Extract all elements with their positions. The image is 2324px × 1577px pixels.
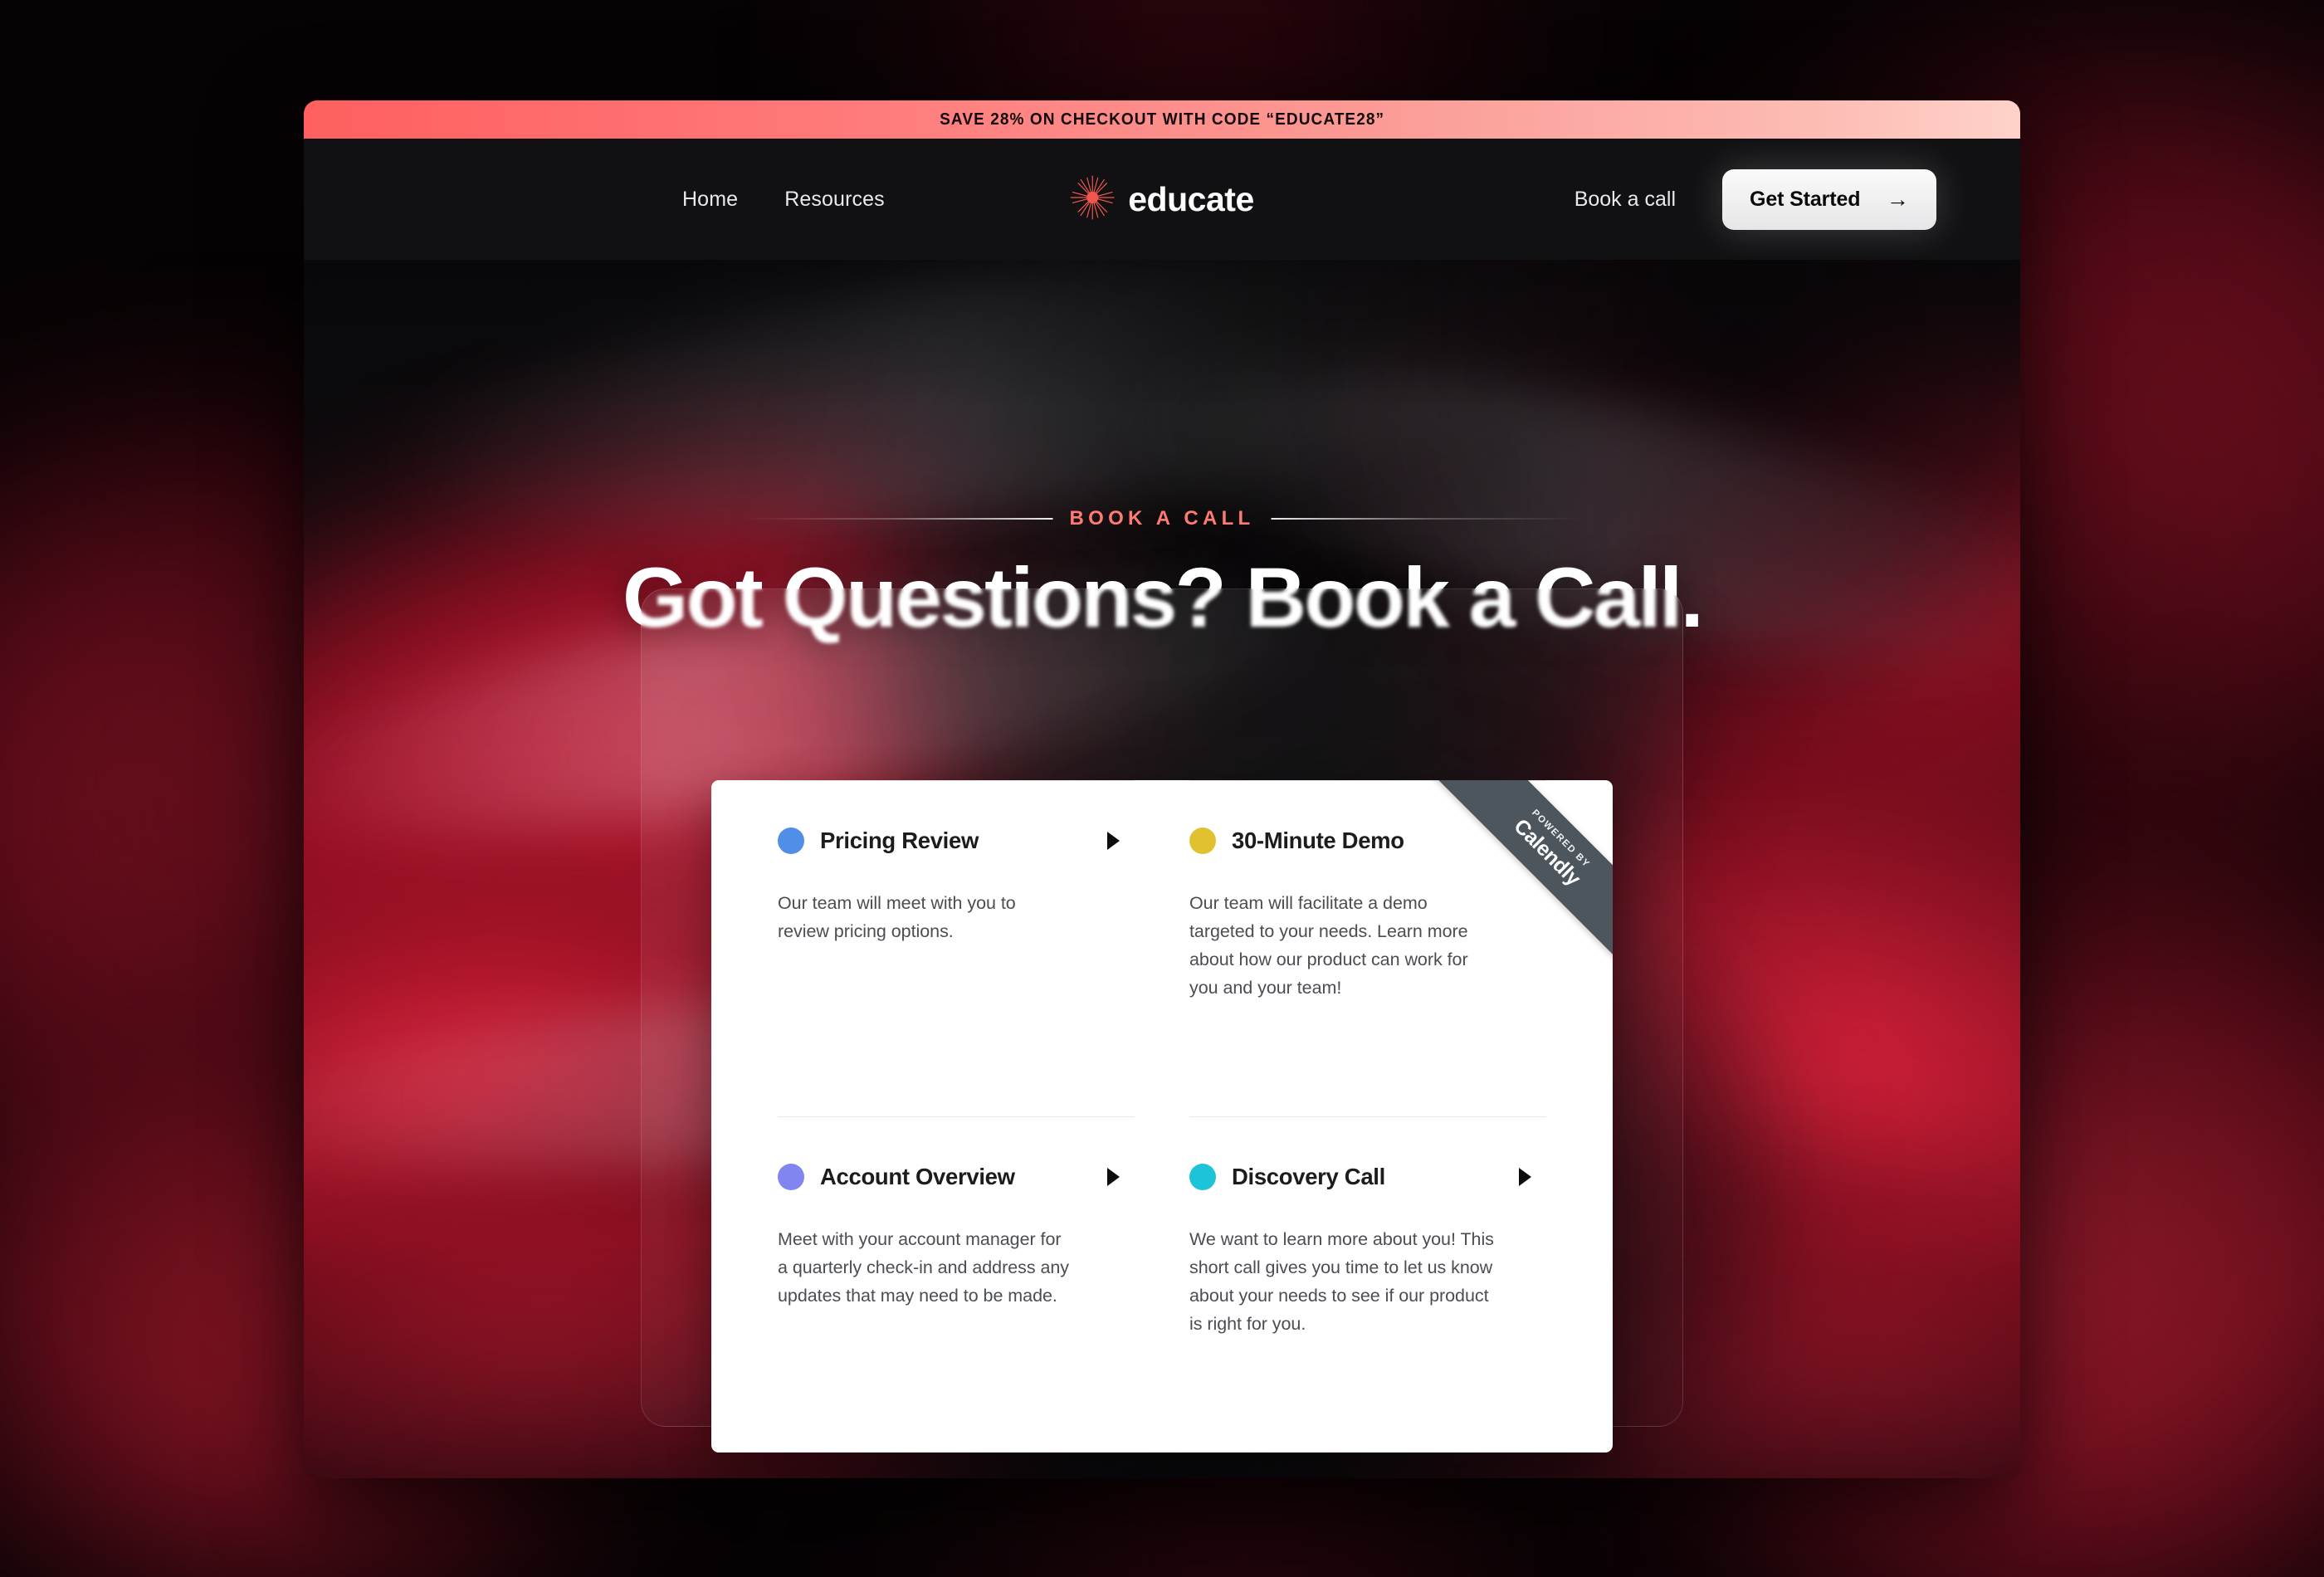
nav-link-home[interactable]: Home xyxy=(682,188,738,212)
caret-right-icon[interactable] xyxy=(1107,832,1120,850)
brand-wordmark: educate xyxy=(1128,179,1254,218)
hero-eyebrow: BOOK A CALL xyxy=(742,507,1582,530)
caret-right-icon[interactable] xyxy=(1519,1168,1531,1186)
event-description: Our team will facilitate a demo targeted… xyxy=(1189,893,1468,998)
event-color-dot xyxy=(1189,1164,1216,1190)
eyebrow-rule-left xyxy=(742,518,1053,520)
announcement-text: SAVE 28% ON CHECKOUT WITH CODE “EDUCATE2… xyxy=(940,110,1384,129)
event-title: Pricing Review xyxy=(820,828,979,853)
event-description: Meet with your account manager for a qua… xyxy=(778,1229,1070,1306)
arrow-right-icon: → xyxy=(1887,186,1909,212)
caret-right-icon[interactable] xyxy=(1107,1168,1120,1186)
event-card-30-minute-demo[interactable]: 30-Minute Demo Our team will facilitate … xyxy=(1189,780,1546,1116)
event-description: Our team will meet with you to review pr… xyxy=(778,893,1016,941)
event-card-header: Account Overview xyxy=(778,1160,1135,1194)
brand-logo[interactable]: educate xyxy=(1070,174,1254,224)
calendly-widget[interactable]: Pricing Review Our team will meet with y… xyxy=(711,780,1613,1452)
event-color-dot xyxy=(778,1164,804,1190)
event-title: 30-Minute Demo xyxy=(1232,828,1404,853)
eyebrow-label: BOOK A CALL xyxy=(1069,507,1255,530)
event-type-grid: Pricing Review Our team will meet with y… xyxy=(778,780,1546,1452)
announcement-bar[interactable]: SAVE 28% ON CHECKOUT WITH CODE “EDUCATE2… xyxy=(304,100,2020,139)
event-card-header: Pricing Review xyxy=(778,824,1135,857)
site-navbar: Home Resources educate Book a call Get S… xyxy=(304,139,2020,260)
get-started-label: Get Started xyxy=(1750,187,1861,211)
nav-link-book-a-call[interactable]: Book a call xyxy=(1575,188,1676,212)
browser-frame: SAVE 28% ON CHECKOUT WITH CODE “EDUCATE2… xyxy=(304,100,2020,1478)
event-card-pricing-review[interactable]: Pricing Review Our team will meet with y… xyxy=(778,780,1135,1116)
event-title: Discovery Call xyxy=(1232,1164,1385,1189)
nav-links: Home Resources xyxy=(682,188,885,212)
nav-actions: Book a call Get Started → xyxy=(1575,168,1936,230)
nav-link-resources[interactable]: Resources xyxy=(784,188,885,212)
event-title: Account Overview xyxy=(820,1164,1015,1189)
event-card-discovery-call[interactable]: Discovery Call We want to learn more abo… xyxy=(1189,1116,1546,1452)
event-color-dot xyxy=(1189,828,1216,854)
page-body: Home Resources educate Book a call Get S… xyxy=(304,139,2020,1478)
event-card-account-overview[interactable]: Account Overview Meet with your account … xyxy=(778,1116,1135,1452)
get-started-button[interactable]: Get Started → xyxy=(1722,168,1936,230)
event-card-header: Discovery Call xyxy=(1189,1160,1546,1194)
starburst-icon xyxy=(1070,174,1115,224)
event-card-header: 30-Minute Demo xyxy=(1189,824,1546,857)
event-color-dot xyxy=(778,828,804,854)
eyebrow-rule-right xyxy=(1271,518,1582,520)
caret-right-icon[interactable] xyxy=(1519,832,1531,850)
event-description: We want to learn more about you! This sh… xyxy=(1189,1229,1494,1334)
